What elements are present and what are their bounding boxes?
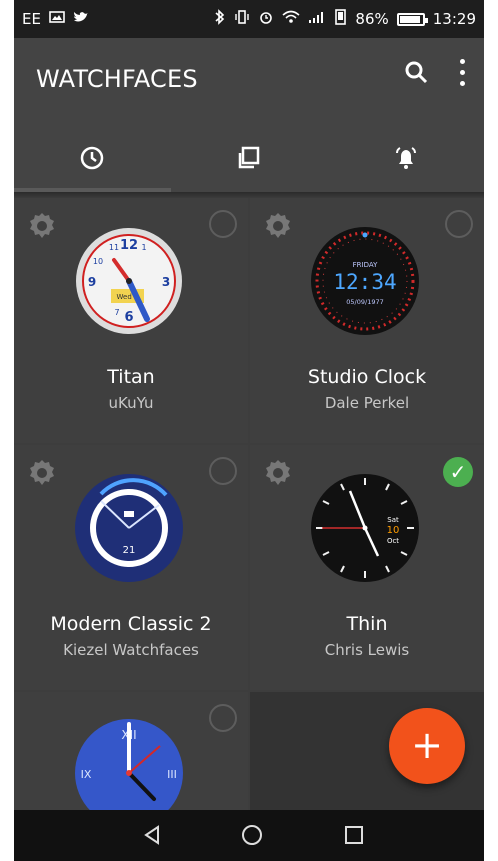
wifi-icon <box>282 10 300 28</box>
selected-check-icon[interactable]: ✓ <box>443 457 473 487</box>
select-circle[interactable] <box>209 704 237 732</box>
watchface-name: Studio Clock <box>307 366 427 388</box>
thin-date: 10 <box>387 525 400 536</box>
alarm-status-icon <box>258 9 274 29</box>
select-circle[interactable] <box>209 457 237 485</box>
studio-clock-watchface-image: FRIDAY 12:34 05/09/1977 <box>311 227 419 335</box>
android-navigation-bar <box>14 810 484 861</box>
titan-numeral-12: 12 <box>120 238 138 253</box>
studio-time: 12:34 <box>333 270 396 294</box>
home-icon[interactable] <box>238 821 266 849</box>
page-title: WATCHFACES <box>36 65 198 93</box>
more-vert-icon[interactable] <box>460 59 466 87</box>
studio-date: 05/09/1977 <box>346 298 383 306</box>
studio-day: FRIDAY <box>353 261 378 269</box>
gear-icon[interactable] <box>260 208 296 244</box>
titan-numeral-6: 6 <box>124 310 133 325</box>
gear-icon[interactable] <box>260 455 296 491</box>
twitter-icon <box>73 10 89 28</box>
titan-numeral-7: 7 <box>114 308 119 317</box>
select-circle[interactable] <box>209 210 237 238</box>
plus-icon: + <box>411 722 443 767</box>
app-bar: WATCHFACES <box>14 38 484 124</box>
roman-numeral-9: IX <box>81 768 92 781</box>
watchface-card-studio-clock[interactable]: FRIDAY 12:34 05/09/1977 Studio Clock Dal… <box>250 198 484 443</box>
search-icon[interactable] <box>404 60 430 86</box>
carrier-label: EE <box>22 9 41 28</box>
phone-screen: EE 86% 13:29 WATCHFACES 12 11 1 10 9 3 7… <box>14 0 484 861</box>
status-bar: EE 86% 13:29 <box>14 0 484 38</box>
watchface-name: Titan <box>107 366 155 388</box>
watchface-author: Dale Perkel <box>324 394 410 412</box>
status-left: EE <box>22 10 89 28</box>
watchface-card-modern-classic-2[interactable]: 21 Modern Classic 2 Kiezel Watchfaces <box>14 445 248 690</box>
battery-percent: 86% <box>355 9 389 28</box>
image-notification-icon <box>49 10 65 28</box>
clock-icon <box>80 146 104 170</box>
gear-icon[interactable] <box>24 455 60 491</box>
watchface-author: Chris Lewis <box>324 641 410 659</box>
tab-collections[interactable] <box>171 124 327 192</box>
tab-bar <box>14 124 484 192</box>
alarm-icon <box>396 147 416 169</box>
titan-numeral-10: 10 <box>93 257 103 266</box>
titan-numeral-1: 1 <box>141 243 146 252</box>
modern-classic-date: 21 <box>123 545 136 556</box>
thin-watchface-image: Sat 10 Oct <box>311 474 419 582</box>
status-time: 13:29 <box>432 9 476 28</box>
watchface-card-roman[interactable]: XII IX III <box>14 692 248 827</box>
watchface-card-thin[interactable]: ✓ Sat 10 Oct Thin Chris Lewis <box>250 445 484 690</box>
back-icon[interactable] <box>138 821 166 849</box>
phone-icon <box>334 9 347 29</box>
tab-notifications[interactable] <box>328 124 484 192</box>
titan-watchface-image: 12 11 1 10 9 3 7 6 Wed 7 <box>76 228 182 334</box>
select-circle[interactable] <box>445 210 473 238</box>
tab-watchfaces[interactable] <box>14 124 170 192</box>
watchface-name: Thin <box>346 613 388 635</box>
watchface-card-titan[interactable]: 12 11 1 10 9 3 7 6 Wed 7 Titan uKuYu <box>14 198 248 443</box>
recent-apps-icon[interactable] <box>340 821 368 849</box>
add-watchface-button[interactable]: + <box>389 708 465 784</box>
thin-day: Sat <box>387 516 399 524</box>
signal-icon <box>308 10 326 28</box>
titan-numeral-9: 9 <box>88 275 96 289</box>
vibrate-icon <box>234 9 250 29</box>
watchface-author: Kiezel Watchfaces <box>63 641 199 659</box>
modern-classic-2-watchface-image: 21 <box>75 474 183 582</box>
bluetooth-icon <box>214 9 226 29</box>
copy-icon <box>238 146 260 169</box>
roman-numeral-3: III <box>167 768 177 781</box>
status-right: 86% 13:29 <box>214 9 476 29</box>
watchface-name: Modern Classic 2 <box>50 613 212 635</box>
thin-month: Oct <box>387 537 399 545</box>
titan-numeral-3: 3 <box>162 275 170 289</box>
titan-numeral-11: 11 <box>109 243 119 252</box>
gear-icon[interactable] <box>24 208 60 244</box>
battery-icon <box>396 12 428 26</box>
watchface-author: uKuYu <box>108 394 154 412</box>
